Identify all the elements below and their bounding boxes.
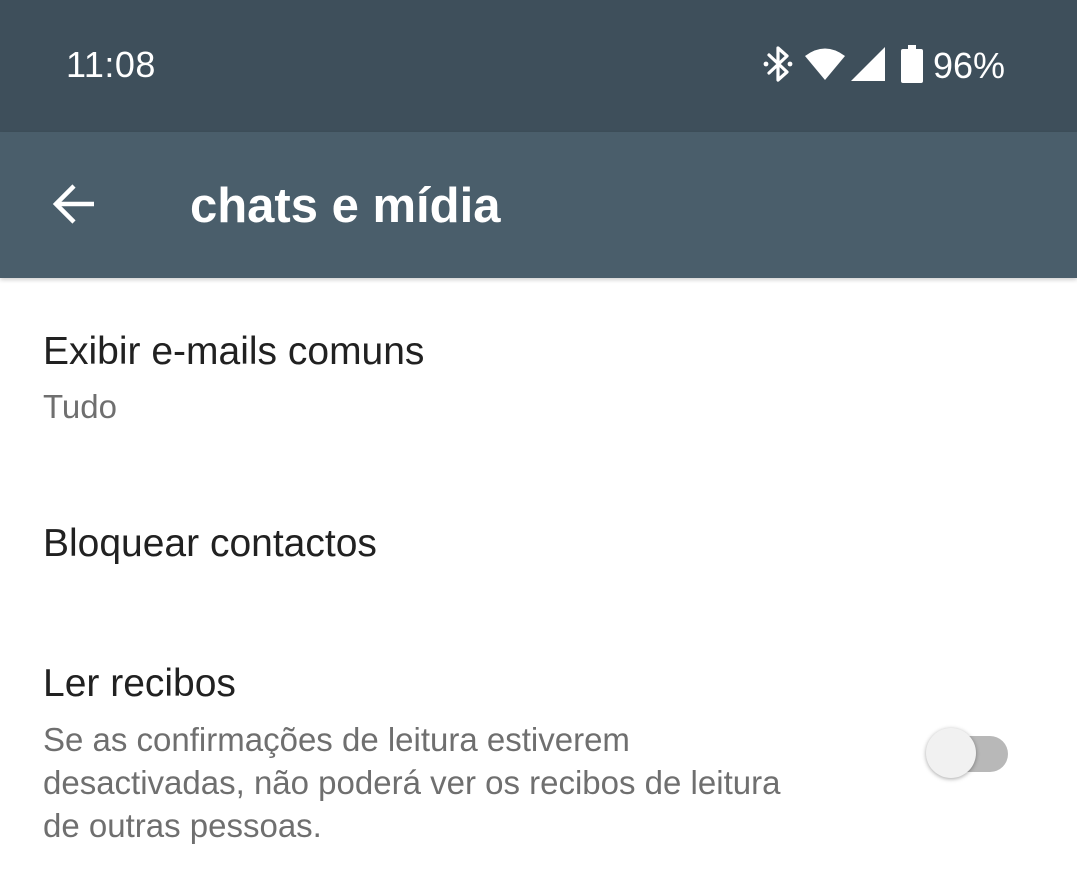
cell-signal-icon [850,46,885,86]
page-title: chats e mídia [190,179,501,233]
setting-read-receipts[interactable]: Ler recibos Se as confirmações de leitur… [0,610,1077,894]
bluetooth-icon [763,45,793,88]
setting-common-emails-value: Tudo [43,388,117,425]
setting-read-receipts-description-line-3: de outras pessoas. [43,807,322,844]
back-button[interactable] [40,172,108,240]
wifi-icon [804,47,845,86]
toggle-thumb [926,728,976,778]
setting-common-emails[interactable]: Exibir e-mails comuns Tudo [0,278,1077,470]
setting-read-receipts-description-line-2: desactivadas, não poderá ver os recibos … [43,764,781,801]
setting-read-receipts-description-line-1: Se as confirmações de leitura estiverem [43,721,630,758]
read-receipts-toggle[interactable] [924,722,1010,778]
setting-block-contacts-title: Bloquear contactos [43,522,377,565]
setting-block-contacts[interactable]: Bloquear contactos [0,470,1077,610]
status-icons: 96% [751,44,1005,88]
battery-percentage: 96% [932,45,1005,86]
setting-read-receipts-title: Ler recibos [43,662,236,705]
battery-icon [900,44,923,88]
app-bar: chats e mídia [0,132,1077,278]
arrow-left-icon [50,180,98,233]
status-time: 11:08 [66,44,156,85]
status-bar: 11:08 96% [0,0,1077,132]
setting-common-emails-title: Exibir e-mails comuns [43,330,425,373]
